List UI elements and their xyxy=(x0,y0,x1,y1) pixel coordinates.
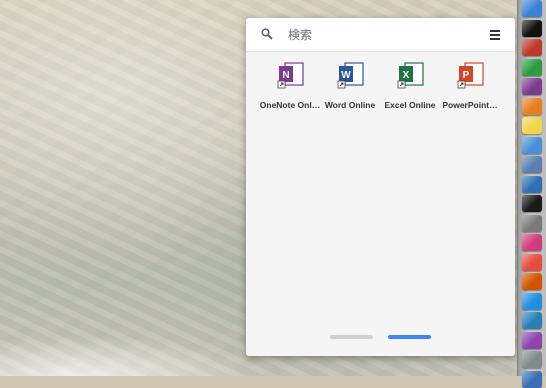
finder-globe-icon[interactable] xyxy=(522,175,542,193)
heart-app-icon[interactable] xyxy=(522,234,542,251)
app-excel-online[interactable]: X Excel Online xyxy=(379,61,441,119)
onenote-icon: N xyxy=(277,62,304,89)
excel-icon: X xyxy=(397,62,424,89)
mail-icon[interactable] xyxy=(522,370,542,388)
app-label: Word Online xyxy=(324,100,376,110)
app-label: OneNote Onl… xyxy=(259,100,321,110)
svg-text:N: N xyxy=(282,70,289,81)
search-icon xyxy=(261,28,273,40)
terminal-icon[interactable] xyxy=(522,19,542,37)
page-indicator xyxy=(246,335,515,341)
beach-foam xyxy=(0,336,260,376)
printer-icon[interactable] xyxy=(522,214,542,232)
onenote-icon[interactable] xyxy=(522,78,542,95)
page-dot-2[interactable] xyxy=(388,335,431,339)
app-store-icon[interactable] xyxy=(522,253,542,271)
app-word-online[interactable]: W Word Online xyxy=(319,61,381,119)
app-onenote-online[interactable]: N OneNote Onl… xyxy=(259,61,321,119)
box-icon[interactable] xyxy=(522,97,542,115)
remote-desktop-icon[interactable] xyxy=(522,136,542,154)
stickies-icon[interactable] xyxy=(522,117,542,134)
svg-text:X: X xyxy=(403,70,410,81)
compass-icon[interactable] xyxy=(522,312,542,329)
evernote-icon[interactable] xyxy=(522,58,542,76)
tools-icon[interactable] xyxy=(522,39,542,56)
safari-icon[interactable] xyxy=(522,0,542,17)
search-bar[interactable]: 検索 xyxy=(246,18,515,52)
ie-browser-icon[interactable] xyxy=(522,292,542,310)
slides-icon[interactable] xyxy=(522,273,542,290)
virtual-machine-icon[interactable] xyxy=(522,156,542,173)
svg-text:W: W xyxy=(341,70,351,81)
app-grid: N OneNote Onl… W Word Online X Excel Onl… xyxy=(246,61,515,131)
dock xyxy=(517,0,546,388)
word-icon: W xyxy=(337,62,364,89)
search-input[interactable]: 検索 xyxy=(288,26,312,43)
settings-icon[interactable] xyxy=(522,351,542,368)
svg-text:P: P xyxy=(463,70,470,81)
app-label: Excel Online xyxy=(384,100,436,110)
page-dot-1[interactable] xyxy=(330,335,373,339)
pencil-app-icon[interactable] xyxy=(522,331,542,349)
app-label: PowerPoint… xyxy=(442,100,498,110)
app-launcher-panel: 検索 N OneNote Onl… W Word Online X Excel … xyxy=(246,18,515,356)
menu-icon[interactable] xyxy=(490,30,500,40)
powerpoint-icon: P xyxy=(457,62,484,89)
app-powerpoint-online[interactable]: P PowerPoint… xyxy=(439,61,501,119)
terminal-app-icon[interactable] xyxy=(522,195,542,212)
